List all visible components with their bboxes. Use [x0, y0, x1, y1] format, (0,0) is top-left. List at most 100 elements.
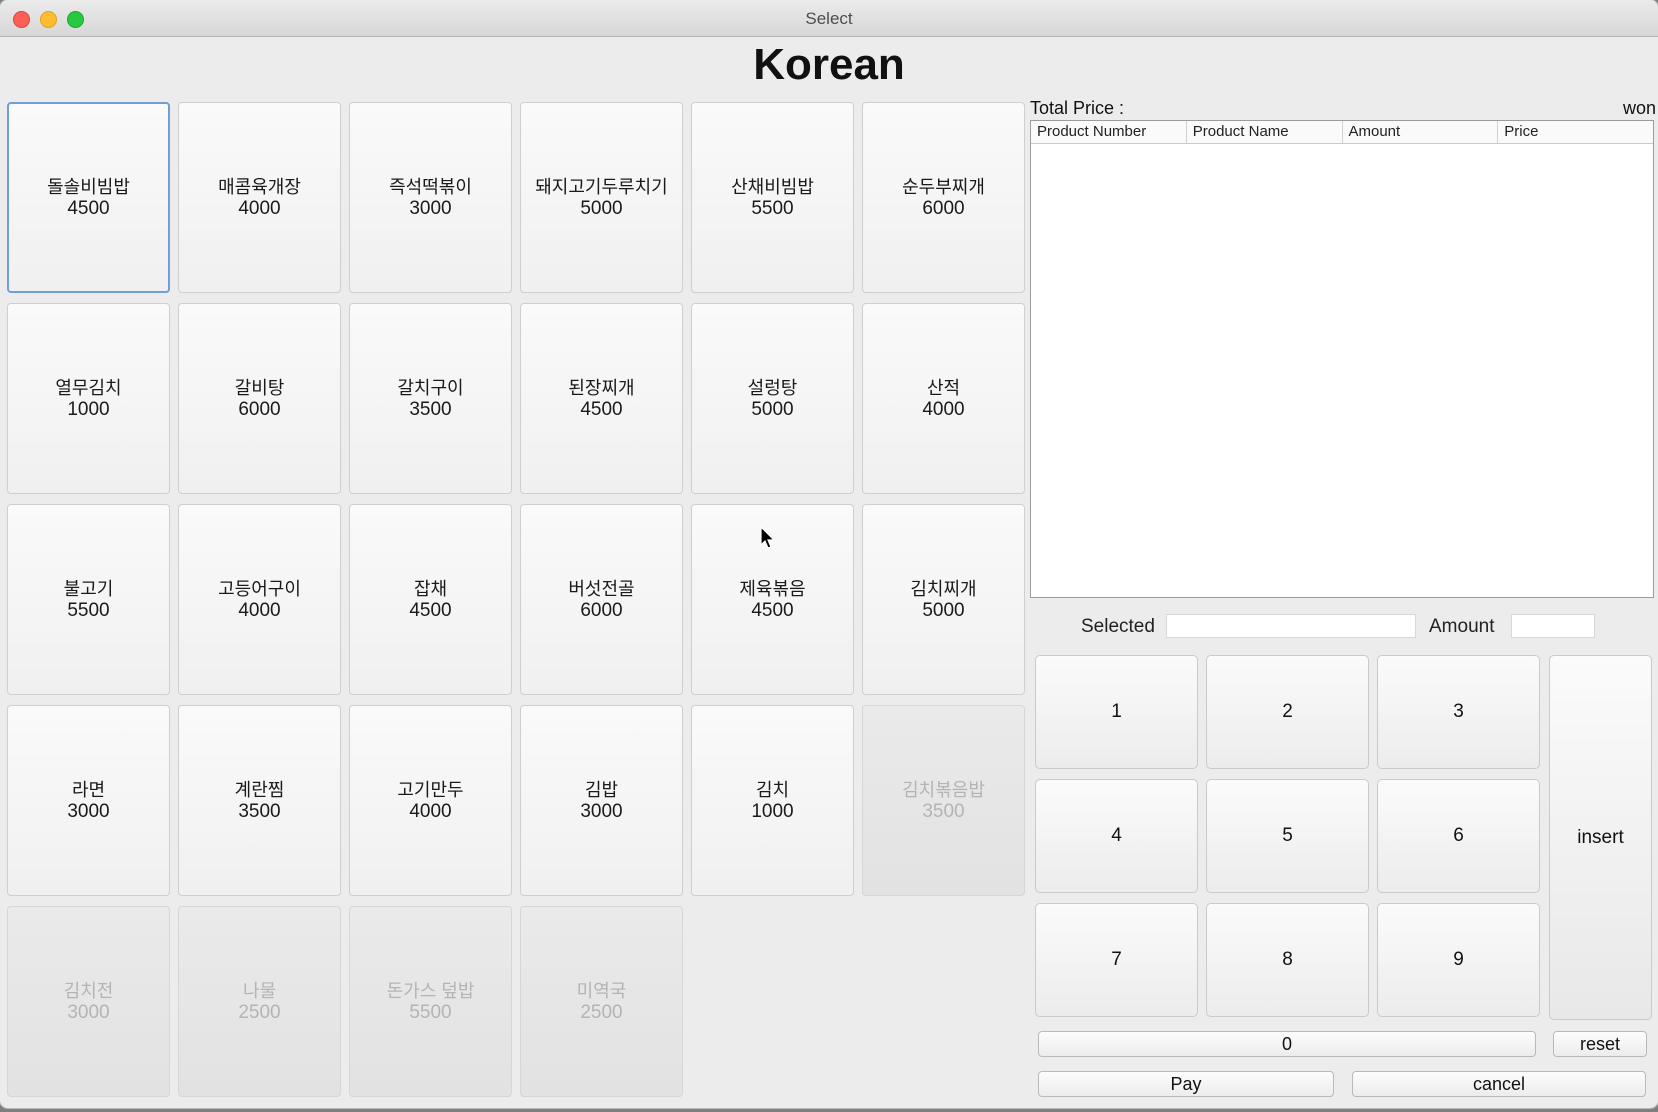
menu-item-button[interactable]: 산적 4000 [862, 303, 1025, 494]
menu-item-name: 제육볶음 [739, 578, 806, 599]
menu-item-button[interactable]: 돌솔비빔밥 4500 [7, 102, 170, 293]
menu-item-name: 미역국 [576, 980, 627, 1001]
menu-item-button[interactable]: 라면 3000 [7, 705, 170, 896]
menu-item-button[interactable]: 나물 2500 [178, 906, 341, 1097]
menu-item-name: 김치찌개 [910, 578, 977, 599]
menu-item-button[interactable]: 갈치구이 3500 [349, 303, 512, 494]
menu-item-name: 김치 [755, 779, 790, 800]
menu-item-name: 고기만두 [397, 779, 464, 800]
insert-button[interactable]: insert [1549, 655, 1652, 1020]
menu-item-button[interactable]: 김치전 3000 [7, 906, 170, 1097]
menu-item-price: 4500 [409, 599, 452, 621]
category-heading: Korean [753, 40, 905, 89]
menu-item-button[interactable]: 설렁탕 5000 [691, 303, 854, 494]
selected-label: Selected [1081, 616, 1155, 637]
menu-item-price: 4000 [409, 800, 452, 822]
menu-item-price: 3500 [409, 398, 452, 420]
reset-button[interactable]: reset [1553, 1031, 1647, 1057]
menu-item-button[interactable]: 버섯전골 6000 [520, 504, 683, 695]
menu-item-button[interactable]: 김치볶음밥 3500 [862, 705, 1025, 896]
amount-field[interactable] [1511, 614, 1595, 638]
order-table-header: Product Number Product Name Amount Price [1031, 121, 1653, 144]
selected-field[interactable] [1166, 614, 1416, 638]
menu-item-price: 5000 [922, 599, 965, 621]
menu-item-button[interactable]: 미역국 2500 [520, 906, 683, 1097]
menu-grid: 돌솔비빔밥 4500 매콤육개장 4000 즉석떡볶이 3000 돼지고기두루치기 5000 산… [7, 102, 1025, 1097]
menu-item-name: 설렁탕 [747, 377, 798, 398]
menu-item-price: 5500 [751, 197, 794, 219]
key-1-button[interactable]: 1 [1035, 655, 1198, 769]
menu-item-price: 5500 [409, 1001, 452, 1023]
menu-item-name: 나물 [242, 980, 277, 1001]
menu-item-name: 라면 [71, 779, 106, 800]
menu-item-button[interactable]: 고기만두 4000 [349, 705, 512, 896]
menu-item-button[interactable]: 된장찌개 4500 [520, 303, 683, 494]
menu-item-name: 갈치구이 [397, 377, 464, 398]
menu-item-name: 열무김치 [55, 377, 122, 398]
menu-item-button[interactable]: 돈가스 덮밥 5500 [349, 906, 512, 1097]
menu-item-price: 1000 [67, 398, 110, 420]
amount-label: Amount [1429, 616, 1495, 637]
menu-item-button[interactable]: 잡채 4500 [349, 504, 512, 695]
key-8-button[interactable]: 8 [1206, 903, 1369, 1017]
menu-item-button[interactable]: 돼지고기두루치기 5000 [520, 102, 683, 293]
pay-button[interactable]: Pay [1038, 1071, 1334, 1097]
key-7-button[interactable]: 7 [1035, 903, 1198, 1017]
menu-item-name: 고등어구이 [218, 578, 301, 599]
select-window: Select Korean 돌솔비빔밥 4500 매콤육개장 4000 즉석떡볶이 300… [0, 0, 1658, 1108]
title-bar: Select [0, 0, 1658, 37]
menu-item-price: 2500 [580, 1001, 623, 1023]
menu-item-price: 2500 [238, 1001, 281, 1023]
key-0-button[interactable]: 0 [1038, 1031, 1536, 1057]
column-amount[interactable]: Amount [1343, 121, 1499, 143]
menu-item-price: 3000 [67, 1001, 110, 1023]
menu-item-name: 계란찜 [234, 779, 285, 800]
menu-item-name: 돌솔비빔밥 [47, 176, 130, 197]
menu-item-name: 잡채 [413, 578, 448, 599]
menu-item-price: 3000 [409, 197, 452, 219]
menu-item-price: 3500 [922, 800, 965, 822]
menu-item-button[interactable]: 열무김치 1000 [7, 303, 170, 494]
menu-item-name: 김치전 [63, 980, 114, 1001]
menu-item-price: 3000 [67, 800, 110, 822]
order-table[interactable]: Product Number Product Name Amount Price [1030, 120, 1654, 598]
key-2-button[interactable]: 2 [1206, 655, 1369, 769]
menu-item-name: 된장찌개 [568, 377, 635, 398]
menu-item-price: 3000 [580, 800, 623, 822]
column-price[interactable]: Price [1498, 121, 1653, 143]
menu-item-button[interactable]: 계란찜 3500 [178, 705, 341, 896]
menu-item-name: 버섯전골 [568, 578, 635, 599]
menu-item-button[interactable]: 불고기 5500 [7, 504, 170, 695]
menu-item-button[interactable]: 매콤육개장 4000 [178, 102, 341, 293]
menu-item-price: 6000 [922, 197, 965, 219]
menu-item-price: 4000 [238, 197, 281, 219]
menu-item-button[interactable]: 산채비빔밥 5500 [691, 102, 854, 293]
column-product-name[interactable]: Product Name [1187, 121, 1343, 143]
menu-item-button[interactable]: 순두부찌개 6000 [862, 102, 1025, 293]
menu-item-name: 순두부찌개 [902, 176, 985, 197]
key-6-button[interactable]: 6 [1377, 779, 1540, 893]
key-5-button[interactable]: 5 [1206, 779, 1369, 893]
key-4-button[interactable]: 4 [1035, 779, 1198, 893]
menu-item-name: 김밥 [584, 779, 619, 800]
key-3-button[interactable]: 3 [1377, 655, 1540, 769]
menu-item-name: 산채비빔밥 [731, 176, 814, 197]
cancel-button[interactable]: cancel [1352, 1071, 1646, 1097]
menu-item-button[interactable]: 고등어구이 4000 [178, 504, 341, 695]
menu-item-button[interactable]: 김치 1000 [691, 705, 854, 896]
menu-item-price: 4500 [751, 599, 794, 621]
menu-item-price: 4000 [238, 599, 281, 621]
menu-item-name: 갈비탕 [234, 377, 285, 398]
menu-item-button[interactable]: 김밥 3000 [520, 705, 683, 896]
menu-item-button[interactable]: 즉석떡볶이 3000 [349, 102, 512, 293]
column-product-number[interactable]: Product Number [1031, 121, 1187, 143]
menu-item-price: 6000 [238, 398, 281, 420]
menu-item-price: 4500 [67, 197, 110, 219]
menu-item-price: 5000 [751, 398, 794, 420]
menu-item-button[interactable]: 김치찌개 5000 [862, 504, 1025, 695]
window-title: Select [805, 9, 853, 28]
menu-item-button[interactable]: 갈비탕 6000 [178, 303, 341, 494]
menu-item-price: 6000 [580, 599, 623, 621]
menu-item-name: 돈가스 덮밥 [386, 980, 475, 1001]
key-9-button[interactable]: 9 [1377, 903, 1540, 1017]
